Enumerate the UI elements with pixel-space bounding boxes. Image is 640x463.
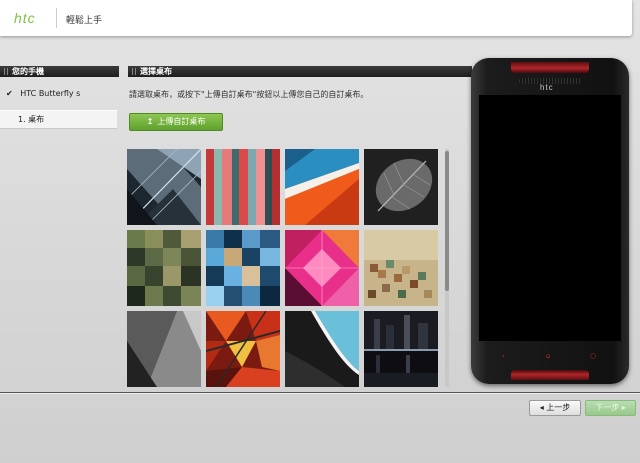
grip-icon (132, 68, 136, 75)
back-key-icon: ‹ (502, 352, 505, 360)
sidebar-item-wallpaper[interactable]: 1. 桌布 (0, 110, 117, 129)
recent-apps-key-icon: ○ (590, 352, 597, 360)
page-title: 輕鬆上手 (66, 16, 103, 26)
check-icon: ✔ (6, 89, 13, 98)
wallpaper-thumbnail (127, 230, 201, 306)
phone-screen (479, 95, 621, 341)
wallpaper-tile[interactable] (127, 311, 201, 387)
sidebar-item-wallpaper-label: 1. 桌布 (18, 115, 45, 124)
wallpaper-thumbnail (285, 149, 359, 225)
upload-wallpaper-button[interactable]: ↥ 上傳自訂桌布 (129, 113, 223, 131)
wallpaper-tile[interactable] (285, 311, 359, 387)
wallpaper-thumbnail (127, 311, 201, 387)
wallpaper-thumbnail (206, 230, 280, 306)
wallpaper-scrollbar-thumb[interactable] (445, 151, 449, 291)
wallpaper-thumbnail (364, 230, 438, 306)
sidebar-item-device-label: HTC Butterfly s (20, 89, 81, 98)
sidebar-heading: 您的手機 (0, 66, 119, 77)
wallpaper-tile[interactable] (364, 149, 438, 225)
sidebar-heading-label: 您的手機 (12, 67, 44, 76)
wallpaper-tile[interactable] (206, 311, 280, 387)
wallpaper-thumbnail (364, 311, 438, 387)
wallpaper-tile[interactable] (364, 311, 438, 387)
app-header: htc 輕鬆上手 (0, 0, 632, 36)
wallpaper-thumbnail (285, 230, 359, 306)
wallpaper-thumbnail (364, 149, 438, 225)
phone-top-accent (511, 62, 589, 73)
wallpaper-tile[interactable] (364, 230, 438, 306)
wallpaper-tile[interactable] (127, 149, 201, 225)
home-key-icon: ⌂ (546, 352, 551, 360)
htc-logo: htc (14, 10, 36, 26)
main-heading: 選擇桌布 (128, 66, 472, 77)
upload-arrow-icon: ↥ (146, 117, 154, 126)
wallpaper-thumbnail (285, 311, 359, 387)
wallpaper-tile[interactable] (206, 149, 280, 225)
wallpaper-tile[interactable] (127, 230, 201, 306)
wallpaper-thumbnail (206, 149, 280, 225)
wallpaper-grid (127, 149, 440, 387)
wallpaper-tile[interactable] (206, 230, 280, 306)
grip-icon (4, 68, 8, 75)
main-heading-label: 選擇桌布 (140, 67, 172, 76)
phone-bottom-accent (511, 370, 589, 380)
next-button[interactable]: 下一步 ▸ (585, 400, 636, 416)
wallpaper-tile[interactable] (285, 230, 359, 306)
wallpaper-thumbnail (206, 311, 280, 387)
wallpaper-thumbnail (127, 149, 201, 225)
upload-button-label: 上傳自訂桌布 (157, 117, 206, 126)
header-divider (56, 8, 57, 28)
phone-brand-label: htc (540, 83, 554, 92)
previous-button[interactable]: ◂ 上一步 (529, 400, 581, 416)
sidebar-item-device[interactable]: ✔ HTC Butterfly s (0, 85, 117, 103)
footer-divider (0, 392, 640, 394)
wallpaper-tile[interactable] (285, 149, 359, 225)
instruction-text: 請選取桌布，或按下"上傳自訂桌布"按鈕以上傳您自己的自訂桌布。 (129, 90, 369, 99)
